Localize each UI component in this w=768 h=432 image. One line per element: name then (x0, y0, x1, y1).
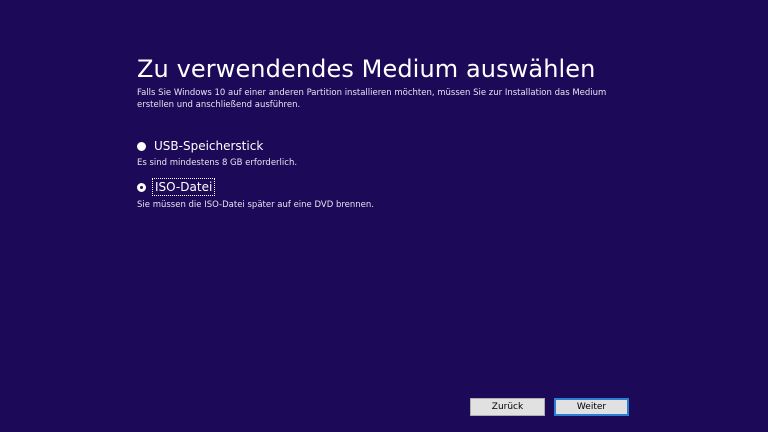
back-button[interactable]: Zurück (470, 398, 545, 416)
next-button[interactable]: Weiter (554, 398, 629, 416)
media-creation-tool-page: Zu verwendendes Medium auswählen Falls S… (0, 0, 768, 432)
usb-option[interactable]: USB-Speicherstick (137, 139, 263, 153)
iso-option-hint: Sie müssen die ISO-Datei später auf eine… (137, 200, 374, 210)
page-description: Falls Sie Windows 10 auf einer anderen P… (137, 88, 607, 110)
page-title: Zu verwendendes Medium auswählen (137, 55, 596, 83)
usb-option-label[interactable]: USB-Speicherstick (154, 139, 263, 153)
iso-radio-button[interactable] (137, 182, 146, 192)
usb-option-hint: Es sind mindestens 8 GB erforderlich. (137, 158, 298, 168)
iso-option-label[interactable]: ISO-Datei (151, 178, 216, 196)
iso-option[interactable]: ISO-Datei (137, 178, 216, 196)
usb-radio-button[interactable] (137, 141, 146, 151)
